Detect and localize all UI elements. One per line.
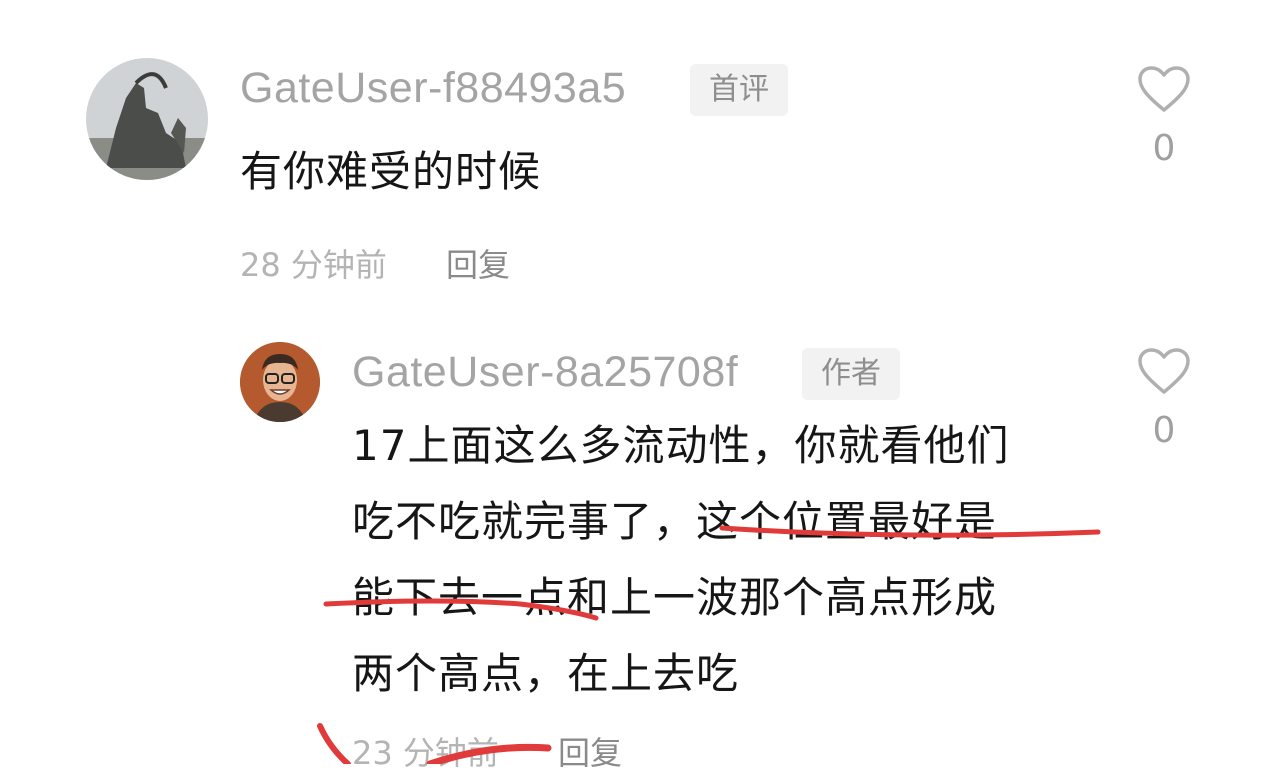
smiling-man-avatar-icon xyxy=(240,342,320,422)
comment-text-line: 17上面这么多流动性，你就看他们 xyxy=(352,421,1010,470)
reply-button[interactable]: 回复 xyxy=(446,240,510,286)
comment-time: 28 分钟前 xyxy=(240,246,387,284)
author-badge: 作者 xyxy=(802,348,900,400)
like-count: 0 xyxy=(1152,128,1176,169)
comment-text: 17上面这么多流动性，你就看他们 吃不吃就完事了，这个位置最好是 能下去一点和上… xyxy=(352,408,1009,712)
heart-outline-icon xyxy=(1138,348,1190,394)
user-avatar[interactable] xyxy=(86,58,208,180)
comment-text-line: 两个高点，在上去吃 xyxy=(352,649,740,698)
reply-button[interactable]: 回复 xyxy=(558,728,622,774)
comment-time: 23 分钟前 xyxy=(352,734,499,772)
like-count: 0 xyxy=(1152,410,1176,451)
first-comment-badge: 首评 xyxy=(690,64,788,116)
username[interactable]: GateUser-8a25708f xyxy=(352,348,738,397)
comment-text: 有你难受的时候 xyxy=(240,147,542,196)
underline-mark xyxy=(317,723,351,764)
username[interactable]: GateUser-f88493a5 xyxy=(240,64,626,113)
statue-avatar-icon xyxy=(86,58,208,180)
like-button[interactable] xyxy=(1134,348,1194,396)
comment-text-line: 吃不吃就完事了，这个位置最好是 xyxy=(352,497,998,546)
like-button[interactable] xyxy=(1134,66,1194,114)
comment-text-line: 能下去一点和上一波那个高点形成 xyxy=(352,573,998,622)
heart-outline-icon xyxy=(1138,66,1190,112)
user-avatar[interactable] xyxy=(240,342,320,422)
